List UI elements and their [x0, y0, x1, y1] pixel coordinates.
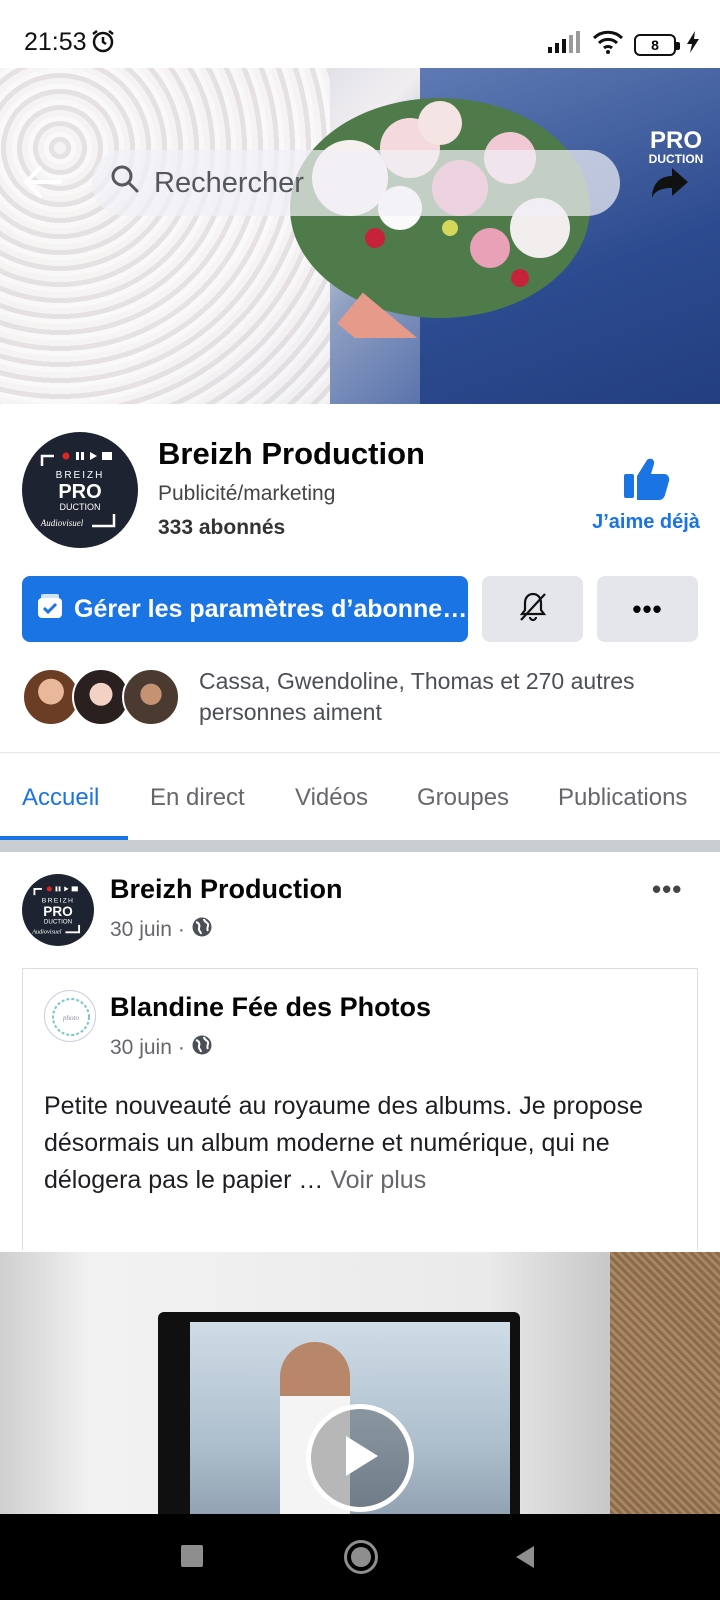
share-icon[interactable] [650, 164, 690, 205]
cover-photo[interactable]: Rechercher PRO DUCTION [0, 68, 720, 404]
notifications-button[interactable] [482, 576, 583, 642]
svg-text:BREIZH: BREIZH [42, 898, 74, 905]
post-date-text: 30 juin [110, 918, 172, 941]
page-title: Breizh Production [158, 436, 425, 471]
svg-text:DUCTION: DUCTION [44, 919, 72, 926]
globe-icon [191, 1034, 213, 1062]
post-timestamp[interactable]: 30 juin · [110, 916, 213, 944]
page-subscriber-count: 333 abonnés [158, 516, 286, 539]
svg-text:PRO: PRO [43, 904, 73, 919]
globe-icon [191, 916, 213, 944]
see-more-link[interactable]: Voir plus [330, 1166, 426, 1194]
friend-avatar[interactable] [122, 668, 180, 726]
shared-author-name[interactable]: Blandine Fée des Photos [110, 992, 431, 1023]
post-author-avatar[interactable]: BREIZH PRO DUCTION Audiovisuel [22, 874, 94, 946]
divider [0, 752, 720, 753]
status-time: 21:53 [24, 28, 87, 56]
tab-accueil[interactable]: Accueil [22, 784, 99, 812]
more-options-button[interactable]: ••• [597, 576, 698, 642]
tab-publications[interactable]: Publications [558, 784, 687, 812]
status-bar: 21:53 8 [0, 0, 720, 68]
shared-author-avatar[interactable]: photo [44, 990, 96, 1042]
wifi-icon [592, 30, 624, 59]
post-author-name[interactable]: Breizh Production [110, 874, 343, 905]
battery-level: 8 [651, 36, 659, 53]
status-icons: 8 [548, 30, 700, 59]
search-placeholder: Rechercher [154, 166, 304, 199]
liked-button[interactable]: J’aime déjà [586, 456, 706, 534]
tab-groupes[interactable]: Groupes [417, 784, 509, 812]
bell-off-icon [518, 591, 548, 628]
follow-settings-icon [36, 592, 64, 627]
shared-post-timestamp[interactable]: 30 juin · [110, 1034, 213, 1062]
search-icon [110, 164, 140, 202]
alarm-icon [90, 28, 116, 59]
tab-videos[interactable]: Vidéos [295, 784, 368, 812]
battery-icon: 8 [634, 33, 680, 56]
thumbs-up-icon [622, 458, 670, 504]
shared-date-separator: · [177, 1036, 185, 1059]
svg-text:Audiovisuel: Audiovisuel [31, 929, 61, 936]
back-button[interactable] [514, 1544, 536, 1575]
home-button[interactable] [344, 1540, 378, 1574]
liked-label: J’aime déjà [592, 511, 700, 533]
tab-en-direct[interactable]: En direct [150, 784, 245, 812]
svg-text:photo: photo [62, 1014, 79, 1022]
post-menu-button[interactable]: ••• [652, 874, 682, 905]
friends-like-text[interactable]: Cassa, Gwendoline, Thomas et 270 autres … [199, 666, 699, 728]
post-date-separator: · [177, 918, 185, 941]
page-category: Publicité/marketing [158, 482, 336, 505]
play-button[interactable] [306, 1404, 414, 1512]
svg-text:Audiovisuel: Audiovisuel [40, 518, 84, 528]
manage-subscription-button[interactable]: Gérer les paramètres d’abonne… [22, 576, 468, 642]
svg-text:PRO: PRO [58, 481, 101, 503]
page-avatar[interactable]: BREIZH PRO DUCTION Audiovisuel [22, 432, 138, 548]
cover-lace-dress [0, 68, 330, 404]
play-icon [340, 1434, 380, 1483]
svg-text:BREIZH: BREIZH [56, 470, 105, 481]
manage-subscription-label: Gérer les paramètres d’abonne… [74, 594, 468, 623]
section-separator [0, 840, 720, 852]
recent-apps-button[interactable] [181, 1545, 203, 1567]
back-arrow-icon[interactable] [22, 164, 62, 205]
charging-icon [686, 31, 700, 58]
svg-text:DUCTION: DUCTION [60, 502, 101, 512]
signal-icon [548, 31, 582, 58]
post-body-text: Petite nouveauté au royaume des albums. … [44, 1088, 684, 1199]
shared-date-text: 30 juin [110, 1036, 172, 1059]
search-bar[interactable]: Rechercher [92, 150, 620, 216]
